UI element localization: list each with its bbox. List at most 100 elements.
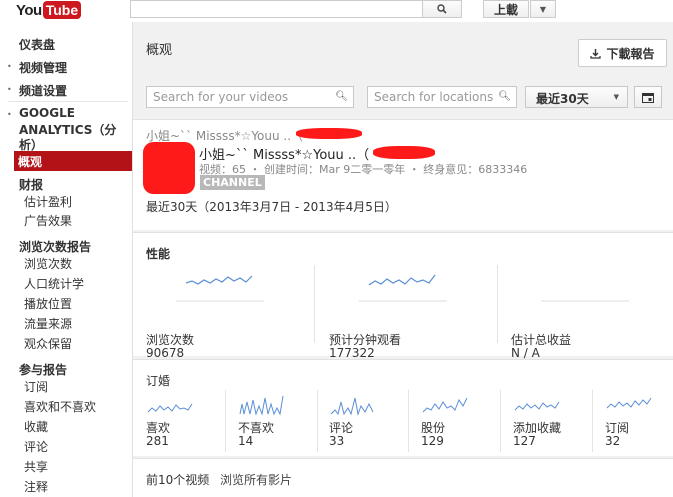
metric-subscribers[interactable]: 订阅 32 [605, 390, 671, 455]
main-panel: 概观 下載報告 Search for your videos 🔍︎ Search… [132, 22, 673, 497]
subscribers-sparkline [606, 397, 652, 409]
top-videos-title[interactable]: 前10个视频 [146, 471, 209, 488]
metric-value: 14 [238, 434, 254, 448]
sidebar-item-playback-locations[interactable]: 播放位置 [24, 295, 72, 312]
metric-value: 129 [421, 434, 444, 448]
engagement-card: 订婚 喜欢 281 不喜欢 14 评论 33 股份 129 添加收藏 127 订… [133, 359, 673, 456]
divider [497, 265, 498, 343]
browse-all-videos-link[interactable]: 浏览所有影片 [220, 471, 292, 488]
redaction-mark [296, 128, 362, 139]
metric-value: 177322 [329, 346, 375, 360]
metric-minutes-watched[interactable]: 预计分钟观看 177322 [329, 265, 499, 360]
divider [592, 390, 593, 452]
engagement-title: 订婚 [146, 374, 171, 388]
page-title: 概观 [146, 43, 173, 58]
chevron-down-icon: ▼ [613, 93, 619, 101]
sidebar-item-overview[interactable]: 概观 [14, 151, 132, 171]
search-locations-placeholder: Search for locations [374, 90, 494, 104]
divider [314, 265, 315, 343]
top-bar: You Tube 上載 ▼ [0, 0, 673, 22]
metric-views[interactable]: 浏览次数 90678 [146, 265, 316, 360]
divider [225, 390, 226, 452]
redaction-mark [373, 146, 435, 159]
metric-shares[interactable]: 股份 129 [421, 390, 501, 455]
sidebar-item-video-manager[interactable]: 视频管理 [19, 59, 67, 76]
date-range-dropdown[interactable]: 最近30天 ▼ [525, 86, 628, 108]
metric-value: 281 [146, 434, 169, 448]
upload-button[interactable]: 上載 [483, 0, 529, 18]
bullet-icon: • [7, 85, 12, 94]
metric-estimated-revenue[interactable]: 估计总收益 N / A [511, 265, 671, 360]
sidebar-item-channel-settings[interactable]: 频道设置 [19, 82, 67, 99]
sidebar-item-analytics-line1[interactable]: GOOGLE [19, 106, 75, 120]
divider [317, 390, 318, 452]
metric-favorites-added[interactable]: 添加收藏 127 [513, 390, 593, 455]
download-report-label: 下載報告 [606, 46, 655, 61]
sidebar-item-ad-performance[interactable]: 广告效果 [24, 212, 72, 229]
metric-value: 90678 [146, 346, 185, 360]
comments-sparkline [330, 397, 374, 416]
channel-avatar-redacted [143, 142, 195, 194]
download-icon [590, 48, 602, 59]
favorites-sparkline [514, 401, 560, 411]
sidebar-item-comments[interactable]: 评论 [24, 438, 48, 455]
channel-summary-card: 小姐~`` Missss*☆Youu ..（ 小姐~`` Missss*☆You… [133, 119, 673, 230]
search-icon [437, 4, 447, 14]
search-videos-input[interactable]: Search for your videos 🔍︎ [146, 86, 354, 108]
bullet-icon: • [7, 62, 12, 71]
sidebar-item-dashboard[interactable]: 仪表盘 [19, 36, 55, 53]
minutes-sparkline [359, 274, 447, 302]
revenue-sparkline [541, 300, 629, 302]
youtube-logo[interactable]: You Tube [16, 1, 82, 19]
bullet-icon: • [7, 110, 12, 119]
sidebar-item-views[interactable]: 浏览次数 [24, 255, 72, 272]
search-videos-placeholder: Search for your videos [153, 90, 289, 104]
metric-value: 33 [329, 434, 345, 448]
sidebar-item-demographics[interactable]: 人口统计学 [24, 275, 84, 292]
sidebar-item-traffic-sources[interactable]: 流量来源 [24, 315, 72, 332]
sidebar-item-likes-dislikes[interactable]: 喜欢和不喜欢 [24, 398, 96, 415]
metric-dislikes[interactable]: 不喜欢 14 [238, 390, 318, 455]
metric-comments[interactable]: 评论 33 [329, 390, 409, 455]
sidebar-item-audience-retention[interactable]: 观众保留 [24, 335, 72, 352]
sidebar-heading-views-reports: 浏览次数报告 [19, 240, 92, 254]
logo-tube-text: Tube [42, 1, 82, 19]
sidebar: 仪表盘 • 视频管理 • 频道设置 • GOOGLE ANALYTICS（分 析… [0, 22, 132, 497]
metric-value: 32 [605, 434, 621, 448]
sidebar-item-sharing[interactable]: 共享 [24, 458, 48, 475]
sidebar-item-subscribers[interactable]: 订阅 [24, 378, 48, 395]
sidebar-item-label: 概观 [18, 155, 43, 169]
search-button[interactable] [422, 0, 462, 18]
metric-value: 127 [513, 434, 536, 448]
search-icon: 🔍︎ [498, 91, 511, 102]
top-videos-card: 前10个视频 浏览所有影片 [133, 458, 673, 497]
shares-sparkline [422, 397, 468, 413]
sidebar-item-annotations[interactable]: 注释 [24, 478, 48, 495]
search-input[interactable] [130, 0, 423, 18]
sidebar-heading-engagement-reports: 参与报告 [19, 363, 68, 377]
date-range-text: 最近30天（2013年3月7日 - 2013年4月5日） [146, 200, 397, 214]
logo-you-text: You [16, 1, 42, 19]
sidebar-item-estimated-earnings[interactable]: 估计盈利 [24, 193, 72, 210]
calendar-button[interactable] [634, 86, 662, 108]
performance-title: 性能 [146, 247, 171, 261]
dislikes-sparkline [239, 395, 284, 416]
performance-card: 性能 浏览次数 90678 预计分钟观看 177322 估计总收益 N / A [133, 232, 673, 360]
sidebar-heading-revenue: 财报 [19, 178, 44, 192]
calendar-icon [642, 92, 654, 103]
overview-header: 概观 下載報告 Search for your videos 🔍︎ Search… [133, 22, 673, 117]
download-report-button[interactable]: 下載報告 [578, 39, 667, 67]
divider [500, 390, 501, 452]
search-icon: 🔍︎ [335, 91, 348, 102]
date-range-label: 最近30天 [536, 92, 589, 106]
channel-badge: CHANNEL [200, 175, 265, 190]
divider [408, 390, 409, 452]
metric-value: N / A [511, 346, 540, 360]
search-locations-input[interactable]: Search for locations 🔍︎ [367, 86, 517, 108]
sidebar-divider [8, 101, 128, 102]
upload-menu-button[interactable]: ▼ [530, 0, 556, 18]
likes-sparkline [147, 403, 193, 413]
chevron-down-icon: ▼ [539, 4, 547, 14]
metric-likes[interactable]: 喜欢 281 [146, 390, 226, 455]
sidebar-item-favorites[interactable]: 收藏 [24, 418, 48, 435]
